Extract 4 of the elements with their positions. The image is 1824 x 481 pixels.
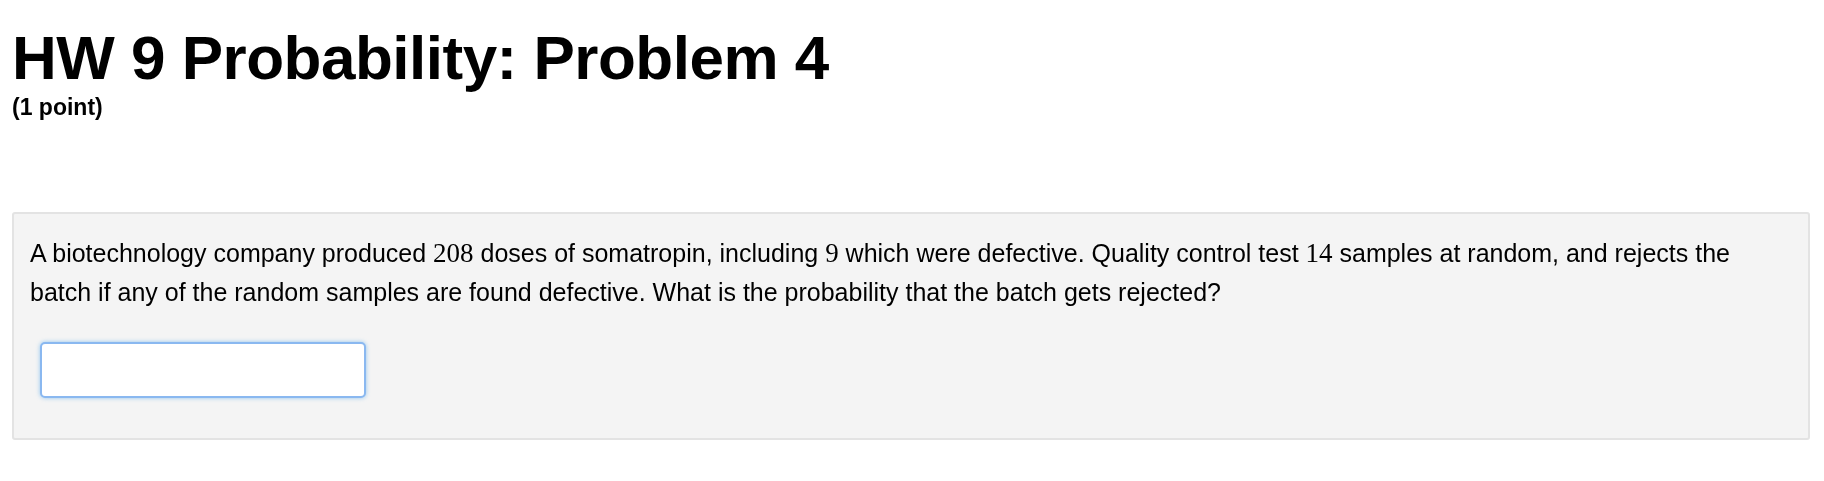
answer-field[interactable] (40, 342, 366, 399)
problem-title: HW 9 Probability: Problem 4 (12, 24, 830, 93)
question-text: A biotechnology company produced 208 doses of somatropin, including 9 which were defective. Quality control test 14 samples at random, and rejects the batch if any of the random samples are found defective. What is the probability that the batch gets rejected? (30, 237, 1731, 309)
points-label: (1 point) (12, 94, 104, 122)
